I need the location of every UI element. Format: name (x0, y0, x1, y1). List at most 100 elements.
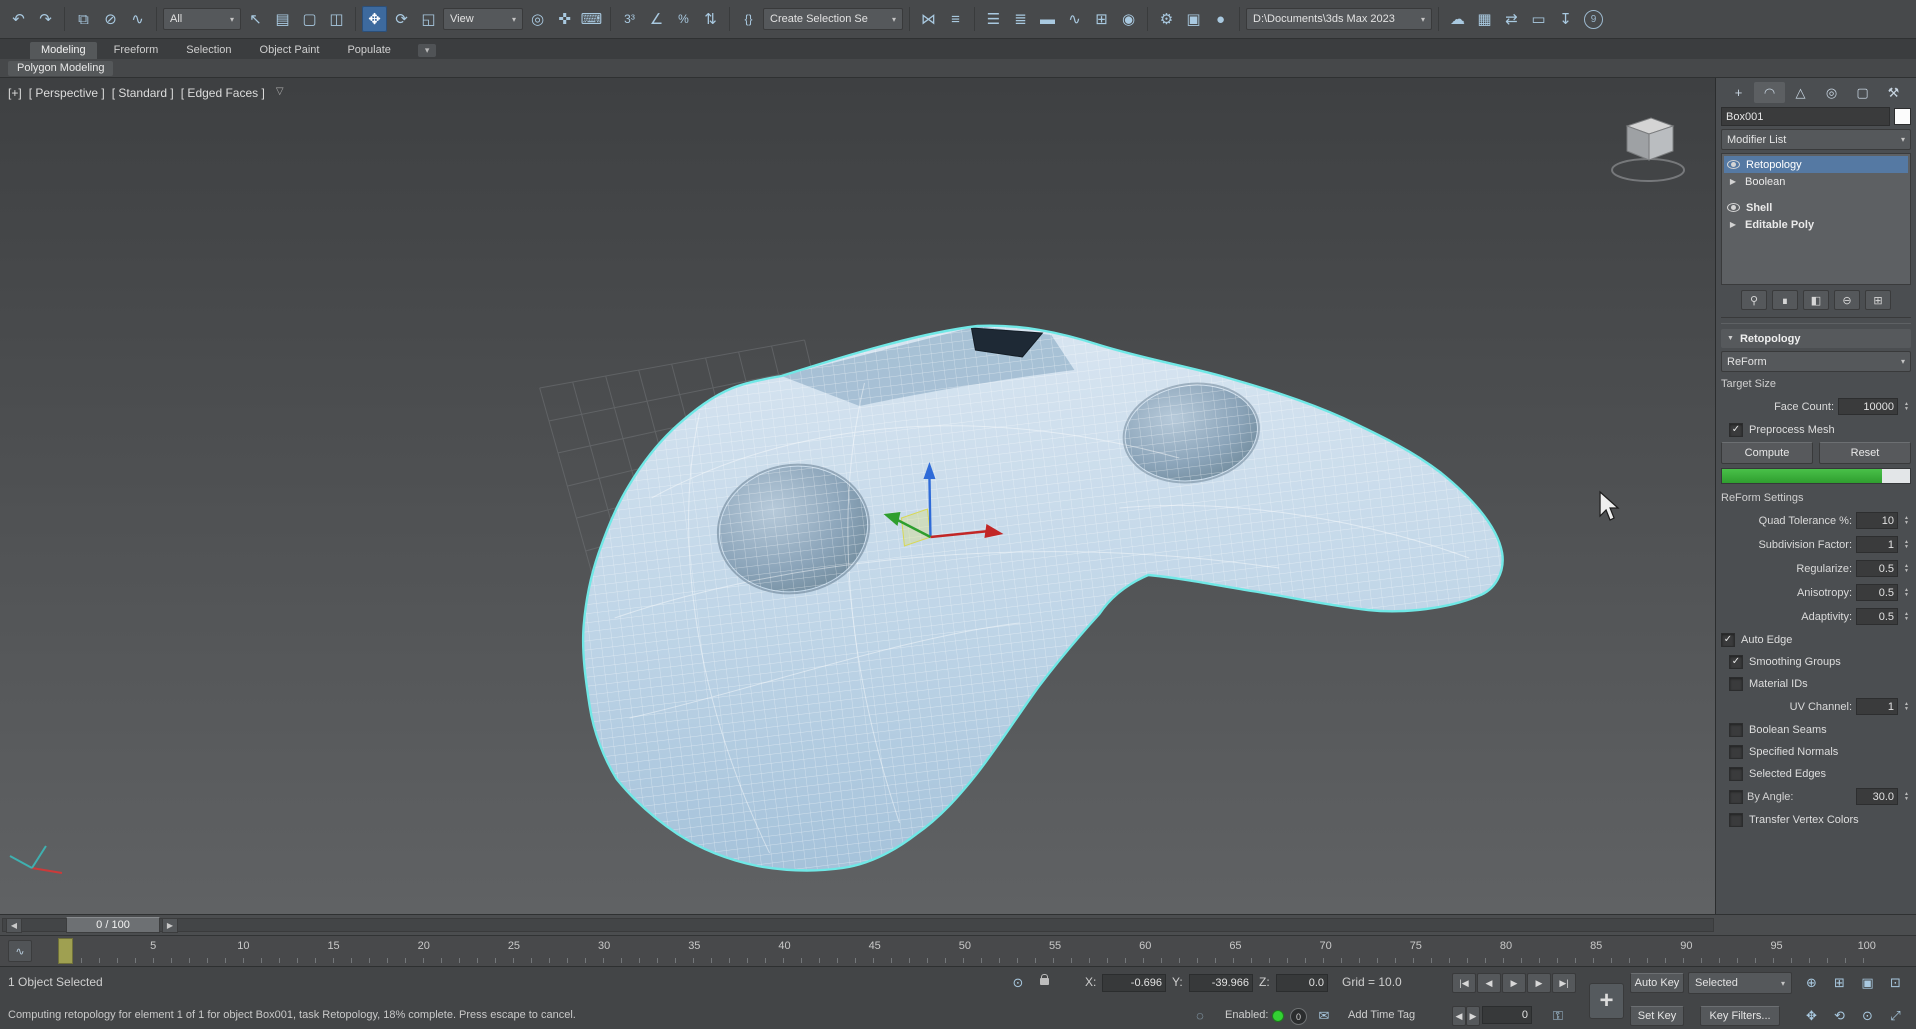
make-unique-icon[interactable]: ◧ (1803, 290, 1829, 310)
anisotropy-spinner[interactable]: ▲ ▼ (1902, 587, 1911, 598)
pin-stack-icon[interactable]: ⚲ (1741, 290, 1767, 310)
quad-tolerance-spinner[interactable]: ▲ ▼ (1902, 515, 1911, 526)
unlink-selection-icon[interactable]: ⊘ (98, 6, 123, 32)
retopology-mode-dropdown[interactable]: ReForm ▾ (1721, 351, 1911, 372)
schematic-view-icon[interactable]: ⊞ (1089, 6, 1114, 32)
spinner-snap-toggle-icon[interactable]: ⇅ (698, 6, 723, 32)
frame-step-back-icon[interactable]: ◀ (1452, 1006, 1466, 1026)
specified-normals-checkbox[interactable] (1729, 744, 1743, 759)
maximize-viewport-icon[interactable]: ⤢ (1884, 1005, 1907, 1026)
by-angle-spinner[interactable]: ▲ ▼ (1902, 791, 1911, 802)
tab-freeform[interactable]: Freeform (103, 42, 170, 59)
snaps-toggle-icon[interactable]: 3³ (617, 6, 642, 32)
reference-coordinate-dropdown[interactable]: View ▾ (443, 8, 523, 30)
zoom-icon[interactable]: ⊕ (1800, 972, 1823, 993)
visibility-eye-icon[interactable] (1727, 203, 1740, 212)
modifier-editable-poly[interactable]: ▶ Editable Poly (1724, 216, 1908, 233)
ribbon-minimize-icon[interactable]: ▾ (417, 44, 437, 57)
save-to-cloud-icon[interactable]: ↧ (1553, 6, 1578, 32)
selection-filter-dropdown[interactable]: All ▾ (163, 8, 241, 30)
render-setup-icon[interactable]: ⚙ (1154, 6, 1179, 32)
notification-count-badge[interactable]: 0 (1290, 1008, 1307, 1025)
object-color-swatch[interactable] (1894, 108, 1911, 125)
retopology-mesh-object[interactable] (581, 324, 1504, 872)
retopology-rollout-header[interactable]: ▼ Retopology (1721, 329, 1911, 348)
time-slider-handle[interactable]: 0 / 100 (66, 917, 160, 933)
select-and-move-icon[interactable]: ✥ (362, 6, 387, 32)
angle-snap-toggle-icon[interactable]: ∠ (644, 6, 669, 32)
set-key-button[interactable]: Set Key (1630, 1006, 1684, 1026)
message-icon[interactable]: ✉ (1314, 1005, 1334, 1026)
object-name-field[interactable]: Box001 (1721, 107, 1890, 126)
zoom-extents-icon[interactable]: ▣ (1856, 972, 1879, 993)
pan-icon[interactable]: ✥ (1800, 1005, 1823, 1026)
modifier-retopology[interactable]: Retopology (1724, 156, 1908, 173)
smoothing-groups-checkbox[interactable]: ✓ (1729, 654, 1743, 669)
key-icon[interactable]: ⚿ (1548, 1005, 1568, 1026)
reset-button[interactable]: Reset (1819, 441, 1911, 464)
subdivision-factor-spinner[interactable]: ▲ ▼ (1902, 539, 1911, 550)
expand-arrow-icon[interactable]: ▶ (1727, 177, 1739, 186)
dolly-icon[interactable]: ⊙ (1856, 1005, 1879, 1026)
uv-channel-spinner[interactable]: ▲ ▼ (1902, 701, 1911, 712)
subtab-polygon-modeling[interactable]: Polygon Modeling (8, 60, 114, 76)
rectangular-selection-region-icon[interactable]: ▢ (297, 6, 322, 32)
select-and-scale-icon[interactable]: ◱ (416, 6, 441, 32)
regularize-spinner[interactable]: ▲ ▼ (1902, 563, 1911, 574)
modifier-shell[interactable]: Shell (1724, 199, 1908, 216)
go-to-start-icon[interactable]: |◀ (1452, 973, 1476, 993)
current-frame-field[interactable]: 0 (1482, 1006, 1532, 1024)
zoom-all-icon[interactable]: ⊞ (1828, 972, 1851, 993)
undo-icon[interactable]: ↶ (6, 6, 31, 32)
face-count-spinner[interactable]: ▲ ▼ (1902, 401, 1911, 412)
auto-edge-checkbox[interactable]: ✓ (1721, 632, 1735, 647)
orbit-icon[interactable]: ⟲ (1828, 1005, 1851, 1026)
named-selection-set-dropdown[interactable]: Create Selection Se ▾ (763, 8, 903, 30)
expand-arrow-icon[interactable]: ▶ (1727, 220, 1739, 229)
next-frame-icon[interactable]: ▶ (162, 918, 178, 933)
preprocess-mesh-checkbox[interactable]: ✓ (1729, 422, 1743, 437)
viewport-menu-general[interactable]: [+] (8, 86, 22, 100)
viewport-menu-display[interactable]: [ Edged Faces ] (181, 86, 265, 100)
use-pivot-point-center-icon[interactable]: ◎ (525, 6, 550, 32)
render-production-icon[interactable]: ● (1208, 6, 1233, 32)
x-coordinate-field[interactable]: -0.696 (1102, 974, 1166, 992)
compute-button[interactable]: Compute (1721, 441, 1813, 464)
isolate-selection-icon[interactable]: ⊙ (1008, 972, 1028, 993)
view-cube[interactable] (1611, 117, 1686, 182)
edit-named-selection-sets-icon[interactable]: {} (736, 6, 761, 32)
window-crossing-icon[interactable]: ◫ (324, 6, 349, 32)
perspective-viewport[interactable]: [+] [ Perspective ] [ Standard ] [ Edged… (0, 78, 1716, 914)
go-to-end-icon[interactable]: ▶| (1552, 973, 1576, 993)
add-key-button[interactable]: + (1589, 983, 1624, 1019)
selected-edges-checkbox[interactable] (1729, 766, 1743, 781)
percent-snap-toggle-icon[interactable]: % (671, 6, 696, 32)
tab-modeling[interactable]: Modeling (30, 42, 97, 59)
mirror-icon[interactable]: ⋈ (916, 6, 941, 32)
rendered-frame-window-icon[interactable]: ▣ (1181, 6, 1206, 32)
time-slider-track[interactable] (2, 918, 1714, 932)
z-coordinate-field[interactable]: 0.0 (1276, 974, 1328, 992)
bind-to-space-warp-icon[interactable]: ∿ (125, 6, 150, 32)
add-time-tag[interactable]: Add Time Tag (1348, 1009, 1415, 1021)
select-and-link-icon[interactable]: ⧉ (71, 6, 96, 32)
display-tab-icon[interactable]: ▢ (1847, 82, 1878, 103)
mute-notifications-icon[interactable]: ◌ (1190, 1005, 1210, 1026)
track-bar[interactable]: ∿ 0 5 10 15 20 25 30 35 40 45 50 55 60 6… (0, 935, 1916, 966)
select-and-rotate-icon[interactable]: ⟳ (389, 6, 414, 32)
remove-modifier-icon[interactable]: ⊖ (1834, 290, 1860, 310)
regularize-field[interactable]: 0.5 (1856, 560, 1898, 577)
previous-key-icon[interactable]: ◀ (1477, 973, 1501, 993)
notification-badge[interactable]: 9 (1584, 9, 1603, 29)
keyboard-shortcut-override-icon[interactable]: ⌨ (579, 6, 604, 32)
viewport-filter-icon[interactable]: ▽ (276, 86, 284, 100)
next-key-icon[interactable]: ▶ (1527, 973, 1551, 993)
subdivision-factor-field[interactable]: 1 (1856, 536, 1898, 553)
adaptivity-spinner[interactable]: ▲ ▼ (1902, 611, 1911, 622)
uv-channel-field[interactable]: 1 (1856, 698, 1898, 715)
by-angle-field[interactable]: 30.0 (1856, 788, 1898, 805)
modify-tab-icon[interactable]: ◠ (1754, 82, 1785, 103)
toggle-scene-explorer-icon[interactable]: ☰ (981, 6, 1006, 32)
hierarchy-tab-icon[interactable]: △ (1785, 82, 1816, 103)
motion-tab-icon[interactable]: ◎ (1816, 82, 1847, 103)
